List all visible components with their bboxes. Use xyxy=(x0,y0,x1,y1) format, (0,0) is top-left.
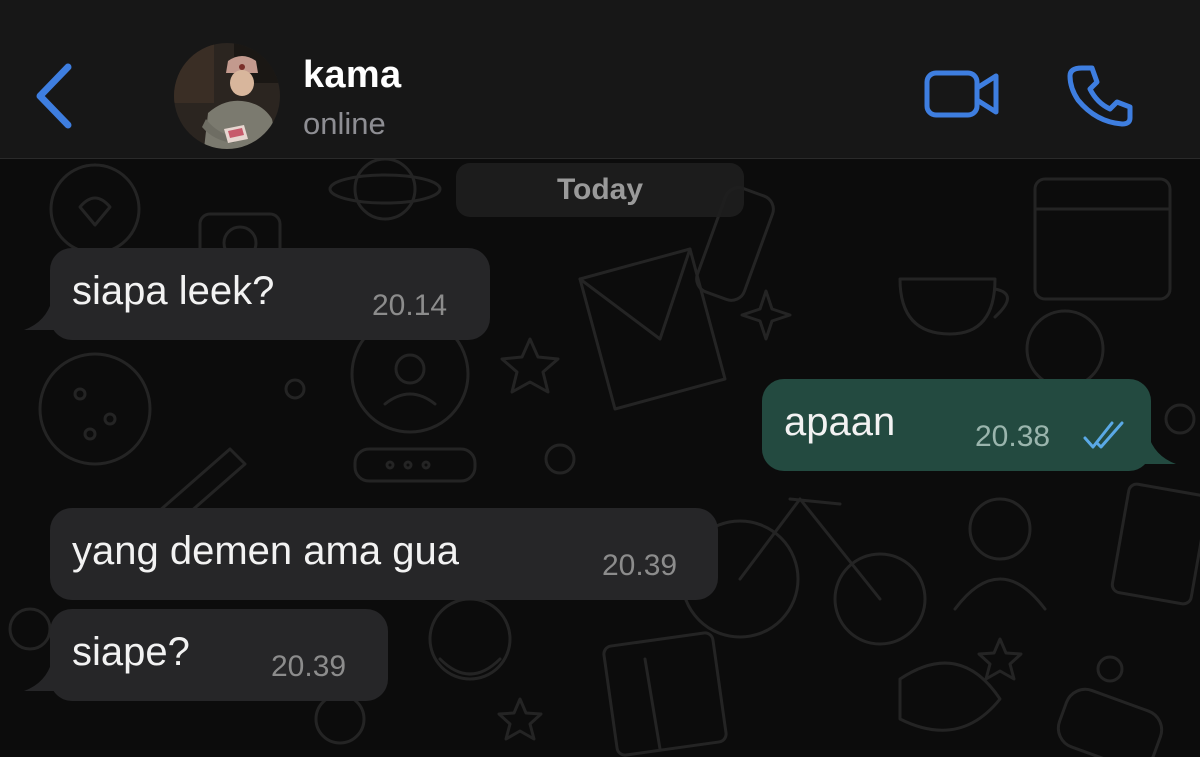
contact-status: online xyxy=(303,106,386,141)
message-time: 20.39 xyxy=(271,650,347,683)
contact-name[interactable]: kama xyxy=(303,54,401,97)
chat-header: kama online xyxy=(0,0,1200,159)
avatar[interactable] xyxy=(174,43,280,149)
message-time: 20.39 xyxy=(602,549,678,582)
message-time: 20.14 xyxy=(372,289,448,322)
message-text: siapa leek? xyxy=(72,269,275,313)
phone-icon xyxy=(1067,65,1133,127)
message-text: yang demen ama gua xyxy=(72,529,459,573)
message-bubble-incoming[interactable]: yang demen ama gua 20.39 xyxy=(50,508,718,600)
bubble-tail xyxy=(1136,434,1176,464)
chevron-left-icon xyxy=(36,63,72,129)
bubble-tail xyxy=(24,661,62,691)
message-text: apaan xyxy=(784,400,896,444)
video-camera-icon xyxy=(924,70,999,118)
message-time: 20.38 xyxy=(975,420,1051,453)
back-button[interactable] xyxy=(30,62,80,132)
date-separator: Today xyxy=(456,163,744,217)
voice-call-button[interactable] xyxy=(1066,62,1136,128)
double-check-icon xyxy=(1083,421,1124,449)
chat-area[interactable]: Today siapa leek? 20.14 apaan 20.38 yang… xyxy=(0,159,1200,757)
message-bubble-outgoing[interactable]: apaan 20.38 xyxy=(762,379,1151,471)
bubble-tail xyxy=(24,300,62,330)
message-bubble-incoming[interactable]: siapa leek? 20.14 xyxy=(50,248,490,340)
message-bubble-incoming[interactable]: siape? 20.39 xyxy=(50,609,388,701)
video-call-button[interactable] xyxy=(922,66,1002,122)
message-text: siape? xyxy=(72,630,190,674)
